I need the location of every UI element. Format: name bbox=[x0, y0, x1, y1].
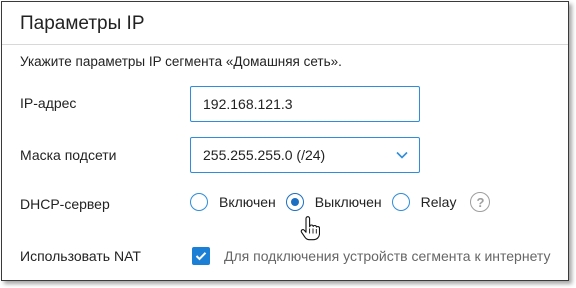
ip-address-input[interactable] bbox=[203, 96, 407, 112]
dhcp-radio-relay-label: Relay bbox=[420, 194, 457, 210]
ip-settings-panel: Параметры IP Укажите параметры IP сегмен… bbox=[1, 1, 569, 281]
use-nat-label: Использовать NAT bbox=[20, 248, 141, 264]
checkmark-icon bbox=[195, 252, 207, 261]
dhcp-radio-off-label: Выключен bbox=[314, 194, 382, 210]
subnet-mask-value: 255.255.255.0 (/24) bbox=[203, 147, 326, 163]
chevron-down-icon bbox=[396, 151, 408, 159]
radio-button-selected[interactable] bbox=[285, 193, 304, 211]
dhcp-radio-off[interactable]: Выключен bbox=[285, 193, 382, 211]
ip-address-label: IP-адрес bbox=[20, 95, 77, 111]
ip-address-field[interactable] bbox=[190, 86, 420, 122]
use-nat-checkbox-label[interactable]: Для подключения устройств сегмента к инт… bbox=[224, 248, 550, 264]
panel-title: Параметры IP bbox=[20, 13, 145, 34]
dhcp-radio-on[interactable]: Включен bbox=[190, 193, 276, 211]
dhcp-radio-group: Включен Выключен Relay ? bbox=[190, 192, 491, 212]
radio-button[interactable] bbox=[190, 193, 208, 211]
dhcp-server-label: DHCP-сервер bbox=[20, 196, 110, 212]
dhcp-radio-relay[interactable]: Relay bbox=[391, 193, 457, 211]
panel-description: Укажите параметры IP сегмента «Домашняя … bbox=[20, 54, 342, 69]
hand-pointer-cursor-icon bbox=[300, 216, 320, 241]
subnet-mask-label: Маска подсети bbox=[20, 147, 117, 163]
question-circle-icon[interactable]: ? bbox=[470, 192, 491, 212]
radio-button[interactable] bbox=[391, 193, 410, 211]
subnet-mask-select[interactable]: 255.255.255.0 (/24) bbox=[190, 137, 420, 173]
use-nat-checkbox[interactable] bbox=[192, 247, 210, 265]
dhcp-radio-on-label: Включен bbox=[219, 194, 276, 210]
title-divider bbox=[2, 44, 568, 45]
